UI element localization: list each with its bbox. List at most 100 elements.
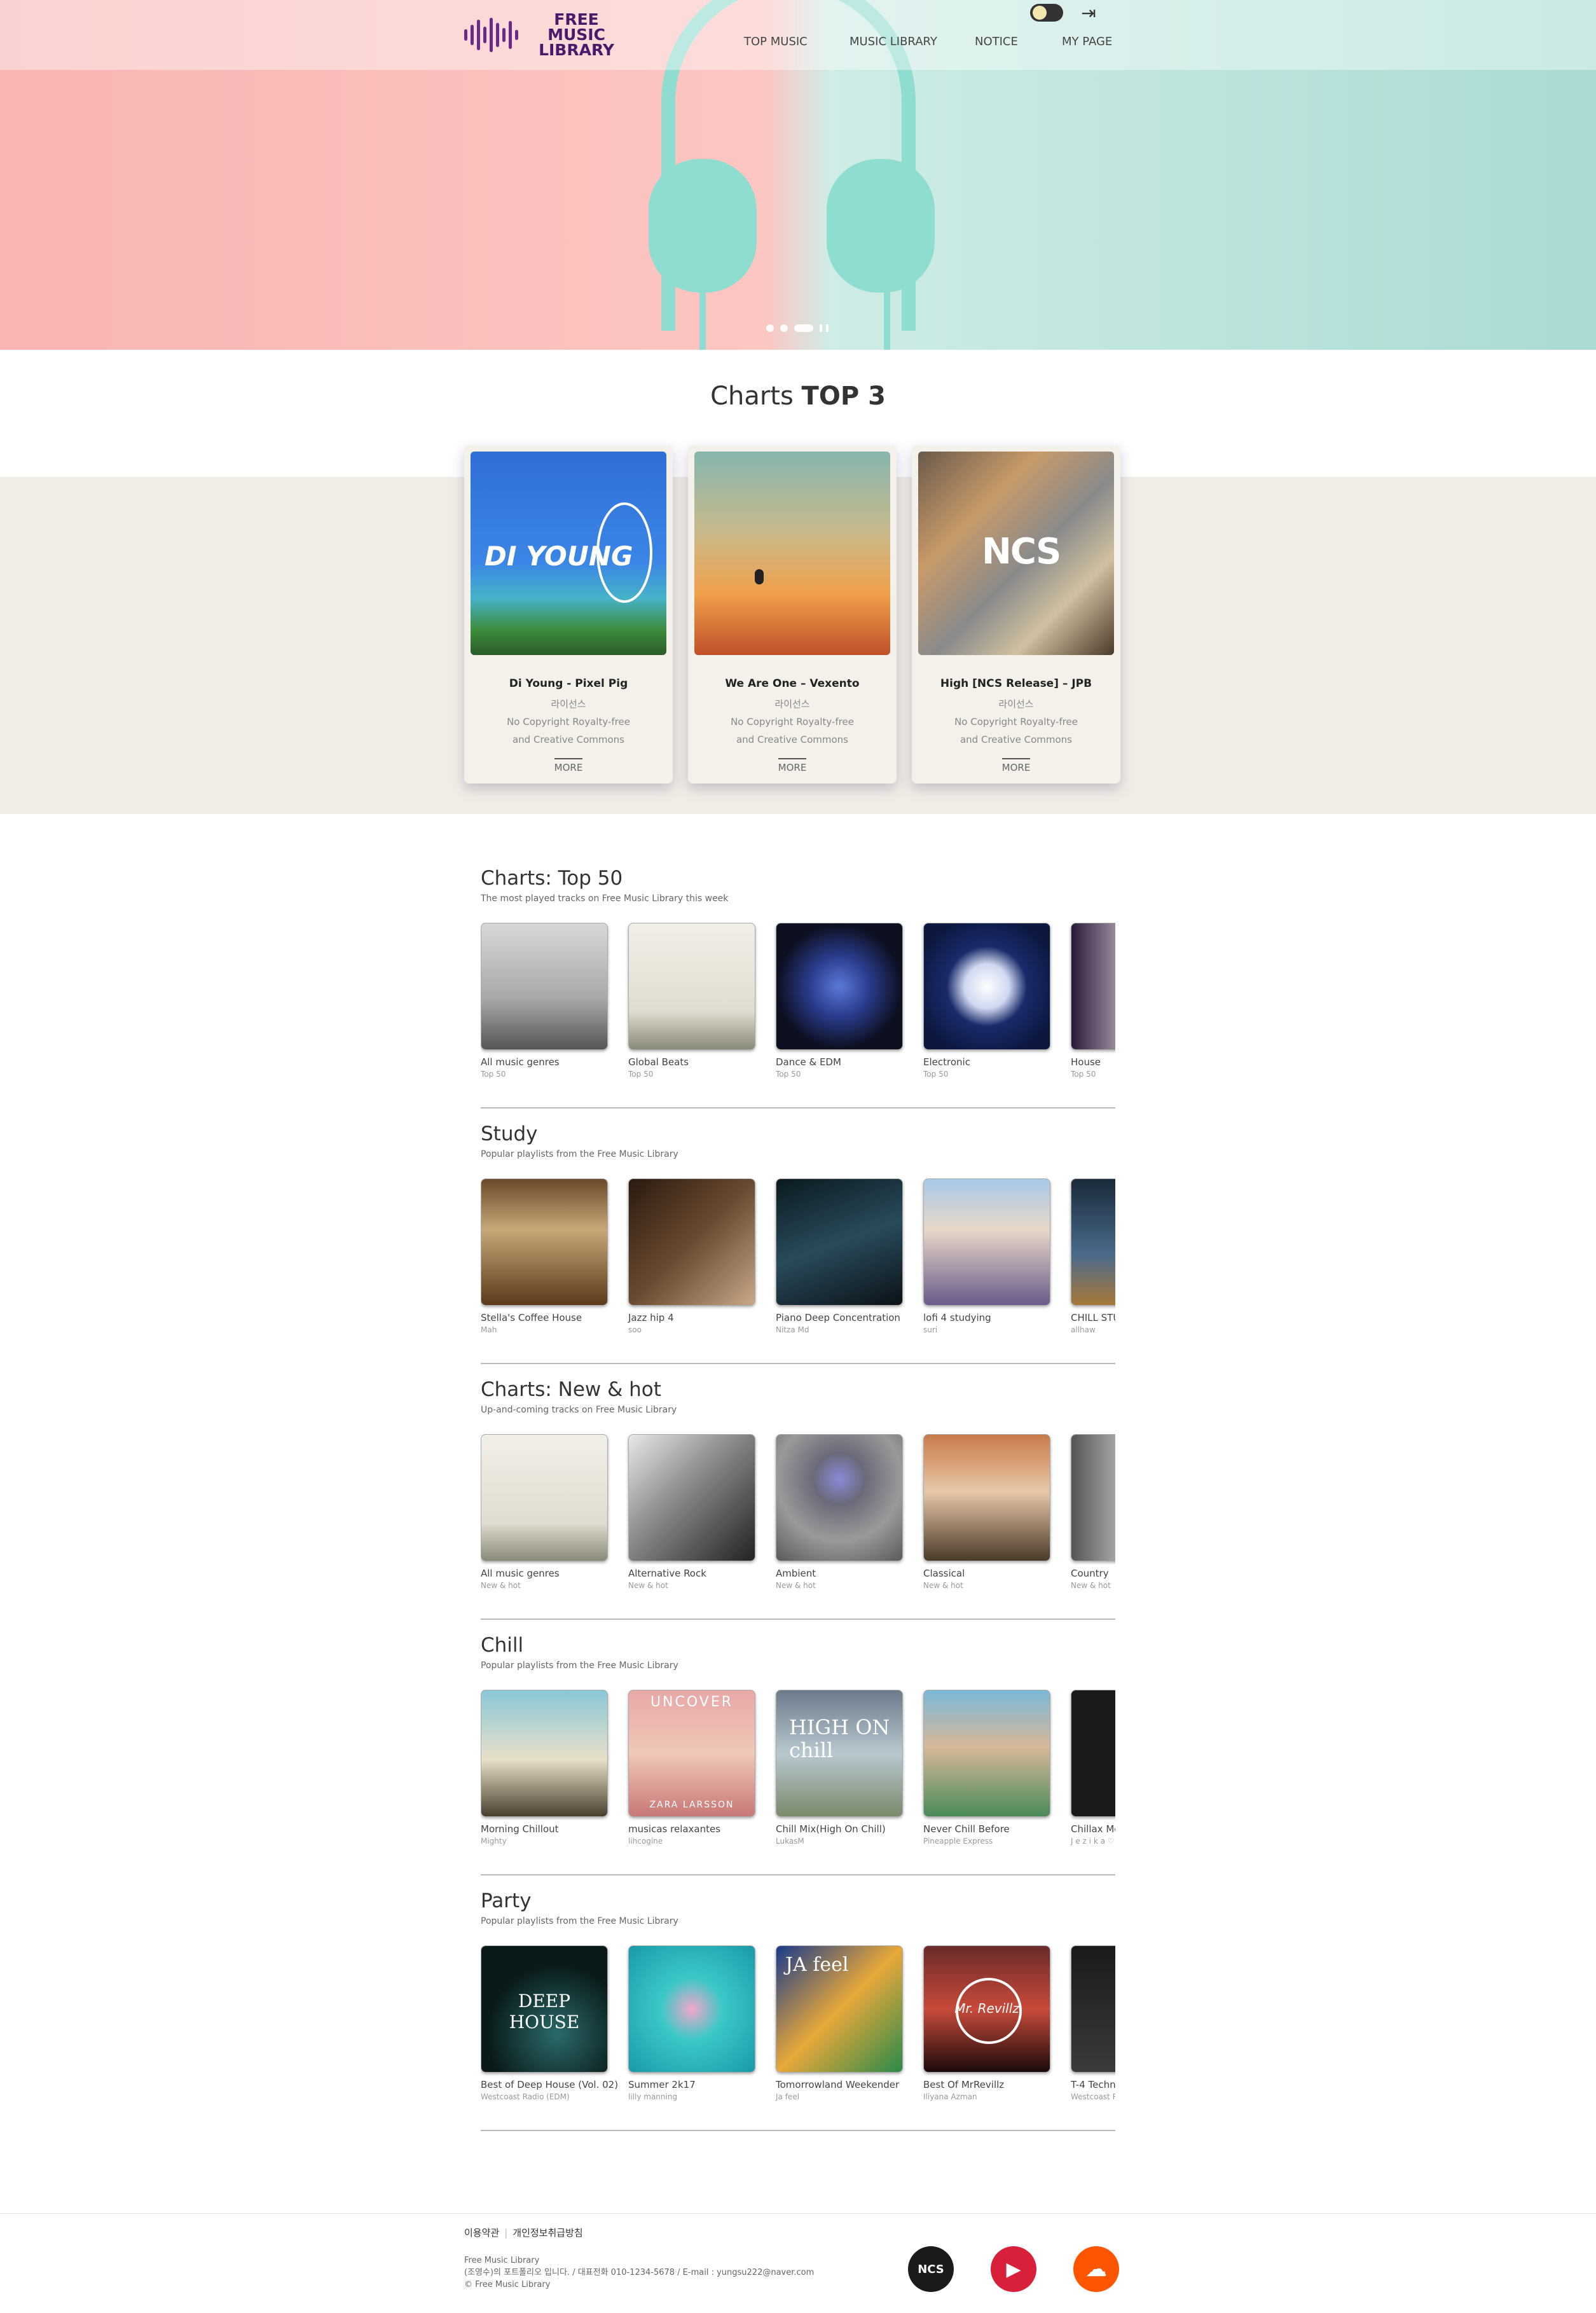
pause-icon[interactable] [820,324,829,332]
playlist-name: lofi 4 studying [923,1312,991,1323]
playlist-name: Electronic [923,1056,970,1068]
card-license: 라이선스 [998,698,1034,710]
playlist-tile[interactable]: Never Chill Before Pineapple Express [923,1690,1050,1846]
playlist-tile[interactable]: Country New & hot [1071,1434,1115,1590]
playlist-cover: HIGH ON chill [776,1690,903,1817]
terms-link[interactable]: 이용약관 [464,2227,499,2239]
playlist-sub: New & hot [923,1581,963,1590]
playlist-sub: Top 50 [776,1070,801,1079]
album-art [694,452,890,655]
card-title: Di Young - Pixel Pig [509,677,628,690]
slider-dot-active[interactable] [794,324,813,332]
cover-text: HIGH ON chill [789,1715,890,1762]
playlist-tile[interactable]: Electronic Top 50 [923,923,1050,1079]
playlist-tile[interactable]: Jazz hip 4 soo [628,1178,755,1334]
playlist-tile[interactable]: Mr. Revillz Best Of MrRevillz Iliyana Azm… [923,1945,1050,2101]
playlist-name: Jazz hip 4 [628,1312,674,1323]
playlist-tile[interactable]: House Top 50 [1071,923,1115,1079]
card-license-detail: and Creative Commons [736,734,848,745]
playlist-sub: lihcogine [628,1837,663,1846]
playlist-row: Morning Chillout Mighty UNCOVER ZARA LARS… [481,1690,1115,1861]
footer-company: Free Music Library [464,2256,540,2265]
playlist-tile[interactable]: All music genres New & hot [481,1434,608,1590]
playlist-sub: Nitza Md [776,1325,809,1334]
card-title: High [NCS Release] – JPB [940,677,1092,690]
playlist-tile[interactable]: Chillax Mo J e z i k a ♡ [1071,1690,1115,1846]
more-button[interactable]: MORE [688,758,897,773]
playlist-sub: Ja feel [776,2092,800,2101]
playlist-tile[interactable]: Piano Deep Concentration Nitza Md [776,1178,903,1334]
playlist-cover [628,923,755,1050]
playlist-tile[interactable]: Dance & EDM Top 50 [776,923,903,1079]
section-subtitle: The most played tracks on Free Music Lib… [481,894,729,904]
playlist-sub: New & hot [1071,1581,1111,1590]
playlist-cover [776,1178,903,1306]
playlist-sub: Westcoast Radio (EDM) [481,2092,570,2101]
playlist-row: All music genres Top 50 Global Beats Top 5… [481,923,1115,1094]
playlist-name: Never Chill Before [923,1823,1010,1835]
playlist-row: Stella's Coffee House Mah Jazz hip 4 soo P… [481,1178,1115,1350]
playlist-cover [628,1178,755,1306]
top3-title-bold: TOP 3 [801,382,886,411]
playlist-tile[interactable]: Classical New & hot [923,1434,1050,1590]
more-button[interactable]: MORE [912,758,1120,773]
playlist-tile[interactable]: HIGH ON chill Chill Mix(High On Chill) Lu… [776,1690,903,1846]
playlist-tile[interactable]: Alternative Rock New & hot [628,1434,755,1590]
playlist-cover: JA feel [776,1945,903,2073]
section-subtitle: Popular playlists from the Free Music Li… [481,1661,678,1671]
playlist-tile[interactable]: CHILL STUI allhaw [1071,1178,1115,1334]
section-divider [481,1619,1115,1620]
ncs-icon-label: NCS [918,2262,944,2276]
soundcloud-icon[interactable]: ☁ [1073,2246,1119,2292]
privacy-link[interactable]: 개인정보취급방침 [513,2227,582,2239]
playlist-cover [481,1434,608,1561]
playlist-tile[interactable]: lofi 4 studying suri [923,1178,1050,1334]
playlist-sub: Pineapple Express [923,1837,993,1846]
card-license-detail: No Copyright Royalty-free [731,716,854,728]
playlist-tile[interactable]: All music genres Top 50 [481,923,608,1079]
section-chill: Chill Popular playlists from the Free Mu… [481,1634,1115,1888]
playlist-tile[interactable]: Summer 2k17 lilly manning [628,1945,755,2101]
playlist-tile[interactable]: Global Beats Top 50 [628,923,755,1079]
login-icon[interactable]: ⇥ [1078,3,1099,24]
main-nav: TOP MUSIC MUSIC LIBRARY NOTICE MY PAGE [0,35,1596,54]
headphone-cup-left [649,159,757,293]
playlist-tile[interactable]: UNCOVER ZARA LARSSON musicas relaxantes l… [628,1690,755,1846]
playlist-tile[interactable]: JA feel Tomorrowland Weekender Ja feel [776,1945,903,2101]
ncs-icon[interactable]: NCS [908,2246,954,2292]
playlist-sub: suri [923,1325,938,1334]
playlist-tile[interactable]: Stella's Coffee House Mah [481,1178,608,1334]
more-button[interactable]: MORE [464,758,673,773]
playlist-sub: Iliyana Azman [923,2092,977,2101]
playlist-cover [1071,1690,1115,1817]
nav-my-page[interactable]: MY PAGE [1062,35,1112,48]
playlist-sub: Top 50 [923,1070,949,1079]
section-title: Chill [481,1634,524,1657]
play-icon[interactable]: ▶ [991,2246,1036,2292]
top3-card[interactable]: We Are One – Vexento 라이선스 No Copyright R… [688,445,897,784]
playlist-cover: UNCOVER ZARA LARSSON [628,1690,755,1817]
top3-card[interactable]: NCS High [NCS Release] – JPB 라이선스 No Cop… [912,445,1120,784]
playlist-tile[interactable]: T-4 Techno Westcoast R [1071,1945,1115,2101]
section-subtitle: Popular playlists from the Free Music Li… [481,1149,678,1159]
playlist-name: Stella's Coffee House [481,1312,582,1323]
card-license-detail: No Copyright Royalty-free [954,716,1078,728]
playlist-name: Morning Chillout [481,1823,559,1835]
playlist-tile[interactable]: Morning Chillout Mighty [481,1690,608,1846]
dark-mode-toggle[interactable] [1030,4,1063,22]
playlist-tile[interactable]: DEEP HOUSE Best of Deep House (Vol. 02) W… [481,1945,618,2101]
play-icon-label: ▶ [1006,2258,1021,2281]
playlist-sub: LukasM [776,1837,804,1846]
top3-card[interactable]: DI YOUNG Di Young - Pixel Pig 라이선스 No Co… [464,445,673,784]
nav-music-library[interactable]: MUSIC LIBRARY [850,35,937,48]
playlist-sub: Top 50 [481,1070,506,1079]
nav-notice[interactable]: NOTICE [975,35,1018,48]
playlist-cover [923,1690,1050,1817]
slider-dot[interactable] [766,324,774,332]
headphone-cord-right [884,280,890,350]
nav-top-music[interactable]: TOP MUSIC [744,35,808,48]
playlist-tile[interactable]: Ambient New & hot [776,1434,903,1590]
playlist-name: Chill Mix(High On Chill) [776,1823,886,1835]
slider-dot[interactable] [780,324,788,332]
playlist-cover [628,1434,755,1561]
